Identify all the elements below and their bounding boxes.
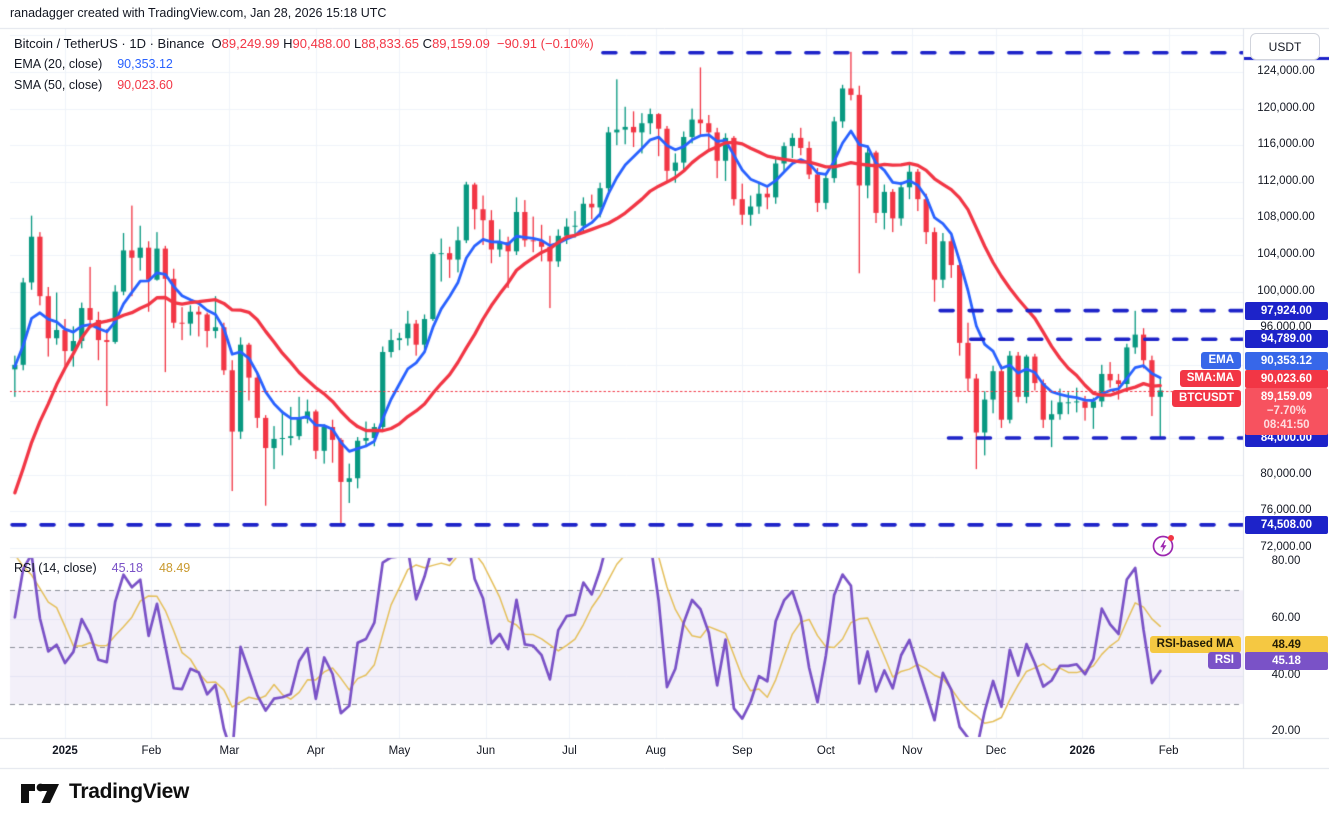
price-tick-label: 80,000.00 xyxy=(1244,468,1328,480)
sma-price-badge: 90,023.60 xyxy=(1245,370,1328,388)
time-axis-label: Nov xyxy=(902,745,922,757)
rsi-tick-label: 80.00 xyxy=(1244,555,1328,567)
sma-legend-row[interactable]: SMA (50, close) 90,023.60 xyxy=(14,75,594,96)
rsi-tick-label: 40.00 xyxy=(1244,669,1328,681)
time-axis-label: May xyxy=(389,745,411,757)
tradingview-chart-window: { "header": {"title": "ranadagger create… xyxy=(0,0,1329,823)
ema-value: 90,353.12 xyxy=(117,54,173,75)
sma-label: SMA (50, close) xyxy=(14,75,102,96)
time-axis-label: Jul xyxy=(562,745,577,757)
time-axis-label: 2026 xyxy=(1069,745,1095,757)
rsi-tick-label: 20.00 xyxy=(1244,725,1328,737)
sma-value: 90,023.60 xyxy=(117,75,173,96)
sma-pill-label: SMA:MA xyxy=(1180,370,1241,387)
ema-pill-label: EMA xyxy=(1201,352,1241,369)
time-axis-label: Feb xyxy=(1159,745,1179,757)
rsi-ma-value: 48.49 xyxy=(159,561,190,575)
currency-toggle-button[interactable]: USDT xyxy=(1250,33,1320,60)
time-axis-label: Apr xyxy=(307,745,325,757)
rsi-value-badge: 45.18 xyxy=(1245,652,1328,670)
price-chart-canvas[interactable] xyxy=(0,0,1329,823)
price-level-badge: 97,924.00 xyxy=(1245,302,1328,320)
price-tick-label: 72,000.00 xyxy=(1244,541,1328,553)
change-value: −90.91 (−0.10%) xyxy=(497,33,594,54)
price-tick-label: 120,000.00 xyxy=(1244,102,1328,114)
lightning-icon xyxy=(1150,531,1177,558)
price-tick-label: 100,000.00 xyxy=(1244,285,1328,297)
attribution-header: ranadagger created with TradingView.com,… xyxy=(10,6,386,20)
price-tick-label: 108,000.00 xyxy=(1244,211,1328,223)
rsi-value: 45.18 xyxy=(112,561,143,575)
symbol-pill-label: BTCUSDT xyxy=(1172,390,1241,407)
time-axis-label: Sep xyxy=(732,745,752,757)
time-axis-label: Aug xyxy=(646,745,666,757)
ema-legend-row[interactable]: EMA (20, close) 90,353.12 xyxy=(14,54,594,75)
ema-label: EMA (20, close) xyxy=(14,54,102,75)
tradingview-logo-text: TradingView xyxy=(69,780,189,804)
time-axis-label: Oct xyxy=(817,745,835,757)
price-tick-label: 112,000.00 xyxy=(1244,175,1328,187)
last-price-badge: 89,159.09−7.70%08:41:50 xyxy=(1245,388,1328,435)
tradingview-mark-icon xyxy=(20,778,60,806)
time-axis-label: Jun xyxy=(477,745,496,757)
time-axis-label: Dec xyxy=(986,745,1006,757)
symbol-title: Bitcoin / TetherUS · 1D · Binance xyxy=(14,33,205,54)
time-axis-label: Feb xyxy=(141,745,161,757)
price-tick-label: 124,000.00 xyxy=(1244,65,1328,77)
time-axis-label: 2025 xyxy=(52,745,78,757)
tradingview-logo[interactable]: TradingView xyxy=(20,778,189,806)
price-tick-label: 116,000.00 xyxy=(1244,138,1328,150)
chart-legend: Bitcoin / TetherUS · 1D · Binance O89,24… xyxy=(14,33,594,96)
price-tick-label: 104,000.00 xyxy=(1244,248,1328,260)
price-level-badge: 94,789.00 xyxy=(1245,330,1328,348)
time-axis-label: Mar xyxy=(220,745,240,757)
rsi-legend-row[interactable]: RSI (14, close) 45.18 48.49 xyxy=(14,561,190,575)
price-level-badge: 74,508.00 xyxy=(1245,516,1328,534)
price-tick-label: 76,000.00 xyxy=(1244,504,1328,516)
rsi-tick-label: 60.00 xyxy=(1244,612,1328,624)
ohlc-values: O89,249.99 H90,488.00 L88,833.65 C89,159… xyxy=(212,33,490,54)
rsi-label: RSI (14, close) xyxy=(14,561,97,575)
symbol-legend-row[interactable]: Bitcoin / TetherUS · 1D · Binance O89,24… xyxy=(14,33,594,54)
flash-idea-button[interactable] xyxy=(1150,531,1177,558)
rsi-pill-label: RSI-based MA xyxy=(1150,636,1241,653)
rsi-pill-label: RSI xyxy=(1208,652,1241,669)
ema-price-badge: 90,353.12 xyxy=(1245,352,1328,370)
